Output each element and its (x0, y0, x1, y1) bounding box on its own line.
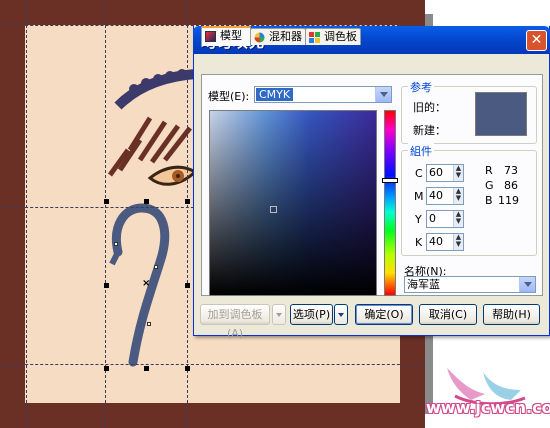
chevron-down-icon[interactable] (375, 87, 391, 102)
path-node[interactable] (114, 242, 118, 246)
components-title: 組件 (408, 143, 434, 159)
cancel-button[interactable]: 取消(C) (419, 304, 477, 325)
screen: × www.jcwcn.com 均匀填充 ✕ 模型 (0, 0, 550, 428)
eye-pupil (176, 174, 180, 178)
hook-tip (109, 250, 121, 266)
cmyk-label-c: C (415, 167, 423, 180)
tab-label: 混和器 (269, 30, 302, 43)
selection-handle[interactable] (104, 366, 109, 371)
palette-icon (309, 32, 320, 43)
hue-slider[interactable] (384, 110, 396, 296)
selection-handle[interactable] (144, 366, 149, 371)
tab-mixer[interactable]: 混和器 (250, 28, 306, 45)
yellow-input[interactable]: 0 ▲ ▼ (426, 210, 464, 228)
black-input[interactable]: 40 ▲ ▼ (426, 233, 464, 251)
reference-title: 参考 (408, 79, 434, 95)
model-select[interactable]: CMYK (254, 86, 392, 103)
hue-slider-thumb[interactable] (382, 178, 398, 183)
add-to-palette-button[interactable]: 加到调色板(A) (200, 304, 270, 340)
tab-palette[interactable]: 调色板 (305, 28, 361, 45)
color-field-marker[interactable] (270, 206, 277, 213)
path-node[interactable] (147, 322, 151, 326)
color-name-value: 海军蓝 (407, 278, 440, 291)
tab-model[interactable]: 模型 (201, 26, 251, 46)
cyan-input[interactable]: 60 ▲ ▼ (426, 164, 464, 182)
magenta-value: 40 (429, 189, 443, 202)
green-value: 86 (504, 179, 518, 192)
spinner-arrows-icon[interactable]: ▲ ▼ (453, 234, 463, 250)
model-select-value: CMYK (256, 88, 294, 101)
black-value: 40 (429, 235, 443, 248)
close-button[interactable]: ✕ (526, 30, 547, 51)
cyan-value: 60 (429, 166, 443, 179)
options-button[interactable]: 选项(P) (290, 304, 333, 325)
cmyk-label-m: M (414, 190, 424, 203)
mixer-icon (254, 32, 265, 43)
headband-beads (129, 69, 187, 94)
yellow-value: 0 (429, 212, 436, 225)
rgb-label-r: R (485, 164, 493, 177)
blue-value: 119 (498, 194, 519, 207)
old-color-label: 旧的： (413, 101, 446, 114)
magenta-input[interactable]: 40 ▲ ▼ (426, 187, 464, 205)
selection-handle[interactable] (185, 283, 190, 288)
rgb-label-g: G (485, 179, 494, 192)
color-field[interactable] (209, 110, 377, 296)
model-icon (205, 31, 216, 42)
close-icon: ✕ (530, 32, 543, 48)
spinner-arrows-icon[interactable]: ▲ ▼ (453, 211, 463, 227)
selection-handle[interactable] (144, 199, 149, 204)
color-name-select[interactable]: 海军蓝 (404, 276, 536, 293)
selection-center-marker[interactable]: × (142, 279, 150, 289)
add-to-palette-dropdown[interactable] (272, 304, 286, 325)
tab-label: 模型 (220, 29, 242, 42)
uniform-fill-dialog: 均匀填充 ✕ 模型 混和器 (193, 26, 550, 340)
ok-button[interactable]: 确定(O) (355, 304, 413, 325)
chevron-down-icon[interactable] (519, 277, 535, 292)
reference-color-swatch (475, 92, 527, 136)
spinner-arrows-icon[interactable]: ▲ ▼ (453, 165, 463, 181)
spinner-arrows-icon[interactable]: ▲ ▼ (453, 188, 463, 204)
cmyk-label-k: K (415, 236, 423, 249)
model-label: 模型(E): (208, 90, 250, 103)
watermark-text: www.jcwcn.com (426, 398, 550, 417)
selection-handle[interactable] (104, 283, 109, 288)
hook-figure (112, 203, 170, 367)
cmyk-label-y: Y (415, 213, 422, 226)
rgb-label-b: B (485, 194, 493, 207)
tab-label: 调色板 (324, 30, 357, 43)
options-dropdown[interactable] (334, 304, 348, 325)
path-node[interactable] (154, 265, 158, 269)
help-button[interactable]: 帮助(H) (483, 304, 540, 325)
guide-horizontal (0, 364, 425, 365)
new-color-label: 新建： (413, 124, 446, 137)
selection-handle[interactable] (185, 366, 190, 371)
selection-handle[interactable] (185, 199, 190, 204)
selection-handle[interactable] (104, 199, 109, 204)
red-value: 73 (504, 164, 518, 177)
